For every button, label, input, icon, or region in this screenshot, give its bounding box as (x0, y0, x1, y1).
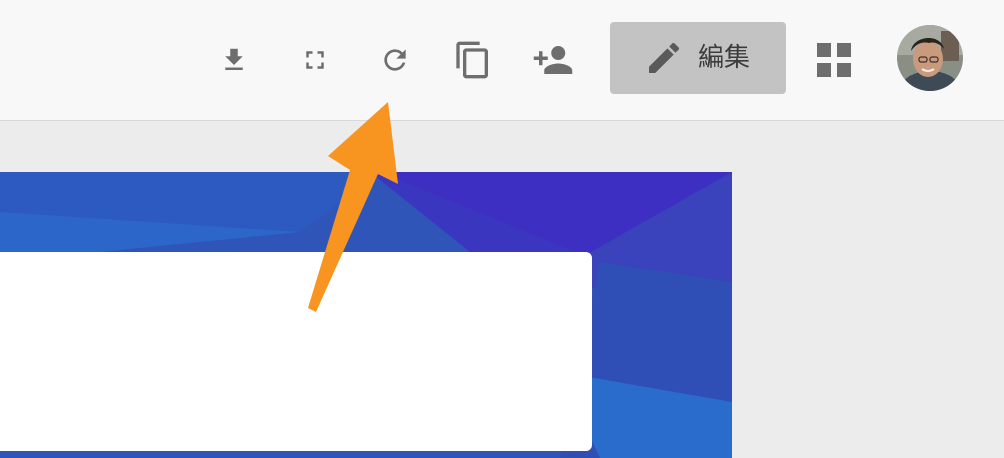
apps-button[interactable] (810, 36, 858, 84)
pencil-icon (649, 42, 680, 73)
refresh-button[interactable] (371, 36, 419, 84)
top-toolbar: 編集 (0, 0, 1004, 121)
apps-grid-icon (817, 43, 851, 77)
copy-button[interactable] (449, 36, 497, 84)
edit-button[interactable]: 編集 (610, 22, 786, 94)
slide-title-placeholder[interactable] (0, 252, 592, 451)
refresh-icon (384, 49, 406, 71)
share-add-person-button[interactable] (529, 36, 577, 84)
fullscreen-button[interactable] (291, 36, 339, 84)
copy-icon (456, 41, 488, 79)
add-person-icon (533, 46, 573, 74)
download-icon (225, 48, 243, 70)
fullscreen-icon (306, 51, 324, 69)
edit-button-label: 編集 (698, 43, 751, 73)
user-avatar[interactable] (897, 25, 963, 91)
download-button[interactable] (210, 36, 258, 84)
avatar-image (897, 25, 963, 91)
